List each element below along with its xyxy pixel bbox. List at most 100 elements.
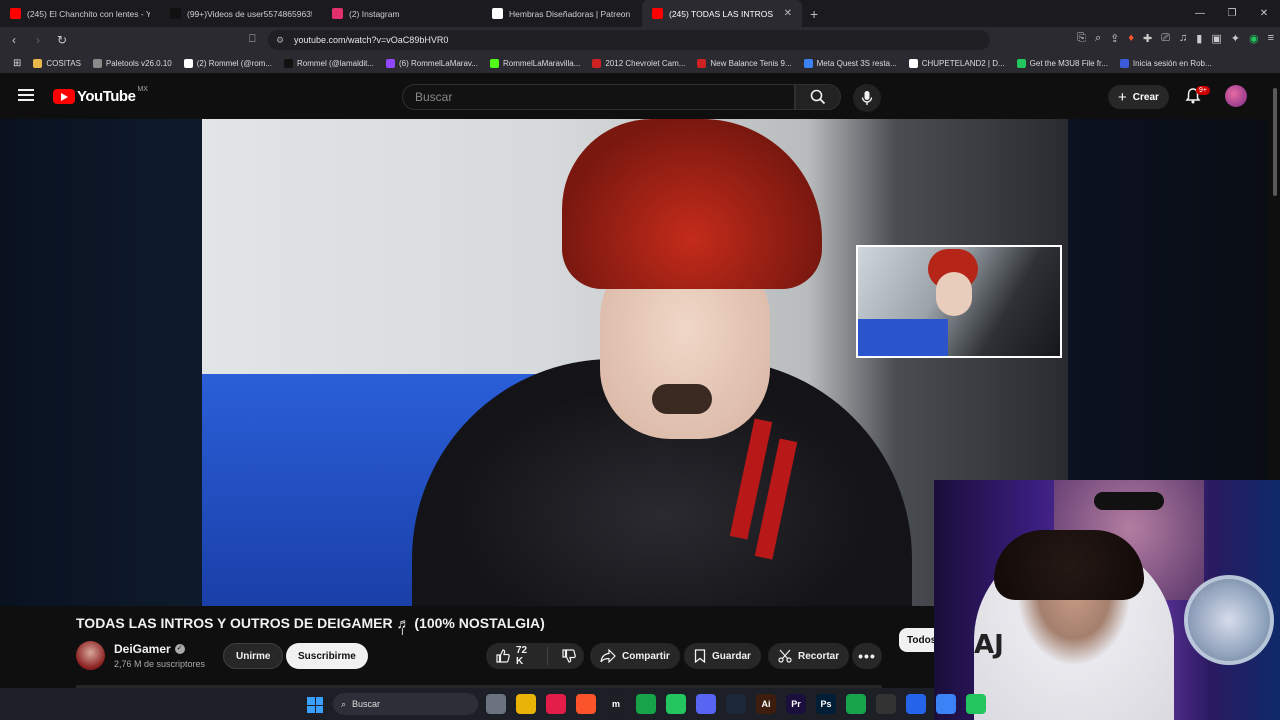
hamburger-menu-icon[interactable] — [18, 89, 34, 101]
zoom-icon[interactable]: ⌕ — [1095, 32, 1101, 45]
like-count: 72 K — [515, 645, 528, 667]
taskbar-search[interactable]: ⌕ Buscar — [333, 693, 478, 715]
reload-icon[interactable]: ↻ — [52, 33, 72, 47]
save-label: Guardar — [712, 650, 751, 662]
bookmark-label: Paletools v26.0.10 — [105, 58, 172, 68]
bookmark-item[interactable]: New Balance Tenis 9... — [692, 58, 796, 68]
country-code: MX — [137, 86, 148, 93]
taskbar-app-icon[interactable] — [486, 694, 506, 714]
taskbar-app-icon[interactable] — [546, 694, 566, 714]
page-scrollbar[interactable] — [1273, 88, 1277, 196]
tab-label: (99+)Videos de user55748659635 (@ — [187, 8, 312, 19]
apps-grid-icon[interactable]: ⊞ — [8, 58, 26, 69]
back-icon[interactable]: ‹ — [4, 33, 24, 47]
taskbar-app-icon[interactable]: Ps — [816, 694, 836, 714]
close-icon[interactable]: ✕ — [1248, 8, 1280, 19]
new-tab-button[interactable]: + — [802, 6, 826, 22]
streamer-webcam-overlay: AJ — [934, 480, 1280, 720]
like-button[interactable]: 72 K — [486, 645, 548, 667]
bookmark-label: Get the M3U8 File fr... — [1029, 58, 1108, 68]
share-icon[interactable]: ⇪ — [1110, 32, 1119, 45]
taskbar-app-icon[interactable] — [846, 694, 866, 714]
dislike-button[interactable] — [554, 649, 584, 663]
bookmark-label: Rommel (@lamaldit... — [296, 58, 375, 68]
taskbar-apps: m Ai Pr Ps — [486, 694, 986, 714]
taskbar-app-icon[interactable] — [516, 694, 536, 714]
bookmark-favicon-icon — [592, 58, 602, 68]
bookmark-item[interactable]: (6) RommelLaMarav... — [381, 58, 483, 68]
bookmark-item[interactable]: CHUPETELAND2 | D... — [904, 58, 1010, 68]
browser-tab[interactable]: (99+)Videos de user55748659635 (@ — [160, 0, 322, 27]
youtube-logo[interactable]: YouTube MX — [53, 86, 148, 105]
taskbar-app-icon[interactable] — [576, 694, 596, 714]
bookmark-item[interactable]: Paletools v26.0.10 — [88, 58, 177, 68]
site-info-icon[interactable]: ⚙ — [276, 35, 286, 46]
bookmark-item[interactable]: COSITAS — [28, 58, 86, 68]
install-icon[interactable]: ⎘ — [1077, 32, 1086, 45]
channel-avatar[interactable] — [76, 641, 105, 670]
video-title: TODAS LAS INTROS Y OUTROS DE DEIGAMER ♬ … — [76, 615, 545, 631]
taskbar-app-icon[interactable] — [726, 694, 746, 714]
screenshot-icon[interactable]: ⎚ — [1161, 32, 1170, 45]
browser-tab[interactable]: (245) TODAS LAS INTROS Y O ✕ — [642, 0, 802, 27]
taskbar-app-icon[interactable] — [666, 694, 686, 714]
bookmark-item[interactable]: Inicia sesión en Rob... — [1115, 58, 1217, 68]
browser-tab[interactable]: (2) Instagram — [322, 0, 482, 27]
bookmark-save-icon — [694, 649, 706, 663]
search-button[interactable] — [795, 84, 841, 110]
minimize-icon[interactable]: — — [1184, 8, 1216, 19]
bookmark-icon[interactable]: ⎕ — [249, 33, 256, 46]
channel-name[interactable]: DeiGamer — [114, 642, 171, 656]
music-icon[interactable]: ♫ — [1179, 32, 1187, 45]
bookmark-item[interactable]: Rommel (@lamaldit... — [279, 58, 379, 68]
taskbar-app-icon[interactable] — [906, 694, 926, 714]
bookmark-favicon-icon — [183, 58, 193, 68]
bookmark-item[interactable]: RommelLaMaravilla... — [485, 58, 585, 68]
taskbar-app-icon[interactable] — [696, 694, 716, 714]
video-person-beard — [652, 384, 712, 414]
tab-close-icon[interactable]: ✕ — [784, 8, 792, 19]
subscribe-button[interactable]: Suscribirme — [286, 643, 368, 669]
leo-icon[interactable]: ✦ — [1231, 32, 1240, 45]
sidebar-icon[interactable]: ▮ — [1196, 32, 1202, 45]
browser-tab[interactable]: Hembras Diseñadoras | Patreon — [482, 0, 642, 27]
browser-tab[interactable]: (245) El Chanchito con lentes - YouTu — [0, 0, 160, 27]
taskbar-app-icon[interactable] — [636, 694, 656, 714]
vpn-icon[interactable]: ◉ — [1249, 32, 1259, 45]
taskbar-app-icon[interactable]: m — [606, 694, 626, 714]
wallet-icon[interactable]: ▣ — [1211, 32, 1221, 45]
voice-search-button[interactable] — [853, 84, 881, 112]
menu-icon[interactable]: ≡ — [1268, 32, 1274, 45]
forward-icon[interactable]: › — [28, 33, 48, 47]
windows-start-icon[interactable] — [307, 697, 323, 713]
brave-icon[interactable]: ♦ — [1128, 32, 1134, 45]
taskbar-app-icon[interactable] — [966, 694, 986, 714]
webcam-person-hair — [994, 530, 1144, 600]
channel-name-row[interactable]: DeiGamer ✓ — [114, 642, 185, 656]
join-button[interactable]: Unirme — [223, 643, 284, 669]
bookmark-item[interactable]: Get the M3U8 File fr... — [1012, 58, 1113, 68]
create-button[interactable]: + Crear — [1108, 85, 1169, 109]
search-input[interactable]: Buscar — [402, 84, 795, 110]
clip-button[interactable]: Recortar — [768, 643, 850, 669]
taskbar-app-icon[interactable] — [936, 694, 956, 714]
extensions-icon[interactable]: ✚ — [1143, 32, 1152, 45]
bookmark-item[interactable]: Meta Quest 3S resta... — [799, 58, 902, 68]
tab-favicon-icon — [332, 8, 343, 19]
url-input[interactable]: ⚙ youtube.com/watch?v=vOaC89bHVR0 — [268, 30, 990, 50]
overlay-bed — [858, 319, 948, 356]
bookmark-favicon-icon — [908, 58, 918, 68]
webcam-poster-sunglasses — [1094, 492, 1164, 510]
maximize-icon[interactable]: ❐ — [1216, 8, 1248, 19]
save-button[interactable]: Guardar — [684, 643, 761, 669]
taskbar-app-icon[interactable] — [876, 694, 896, 714]
share-button[interactable]: Compartir — [590, 643, 680, 669]
bookmark-item[interactable]: 2012 Chevrolet Cam... — [587, 58, 690, 68]
taskbar-search-icon: ⌕ — [341, 698, 347, 709]
tab-label: (245) El Chanchito con lentes - YouTu — [27, 8, 150, 19]
more-actions-button[interactable]: ••• — [852, 643, 882, 669]
taskbar-app-icon[interactable]: Ai — [756, 694, 776, 714]
account-avatar[interactable] — [1225, 85, 1247, 107]
taskbar-app-icon[interactable]: Pr — [786, 694, 806, 714]
bookmark-item[interactable]: (2) Rommel (@rom... — [179, 58, 277, 68]
